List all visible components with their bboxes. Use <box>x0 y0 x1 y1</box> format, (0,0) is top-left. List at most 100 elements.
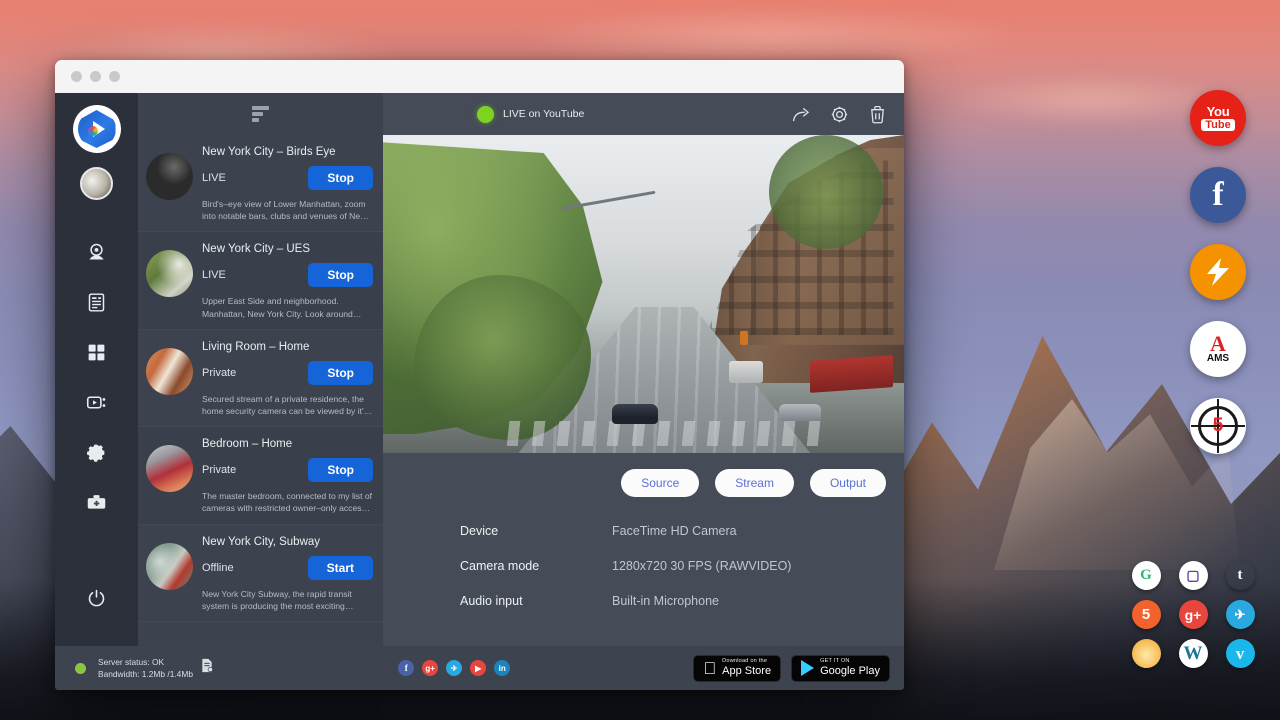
tab-stream[interactable]: Stream <box>715 469 794 497</box>
camera-action-button[interactable]: Stop <box>308 166 373 190</box>
sort-icon[interactable] <box>252 106 269 122</box>
camera-description: Bird's–eye view of Lower Manhattan, zoom… <box>202 198 373 222</box>
sidebar-item-dashboard[interactable] <box>75 330 119 374</box>
camera-list-item[interactable]: New York City, Subway Offline Start New … <box>138 525 383 622</box>
camera-status-row: LIVE Stop <box>202 166 373 190</box>
twitter-icon[interactable]: ✈ <box>1226 600 1255 629</box>
five-icon[interactable]: 5 <box>1132 600 1161 629</box>
apple-icon:  <box>703 660 716 677</box>
camera-status: Private <box>202 464 236 476</box>
main-panel: LIVE on YouTube <box>383 93 904 646</box>
camera-status: LIVE <box>202 269 226 281</box>
first-aid-kit-icon <box>86 492 107 513</box>
twitter-label: ✈ <box>1235 607 1246 623</box>
main-toolbar-actions <box>791 104 888 125</box>
camera-status-row: Private Stop <box>202 361 373 385</box>
camera-list-item[interactable]: New York City – Birds Eye LIVE Stop Bird… <box>138 135 383 232</box>
trash-icon[interactable] <box>867 104 888 125</box>
camera-thumbnail <box>146 543 193 590</box>
camera-info: New York City – Birds Eye LIVE Stop Bird… <box>202 144 373 222</box>
gplus-label: g+ <box>1185 607 1202 623</box>
info-value-audio-input[interactable]: Built-in Microphone <box>612 594 719 608</box>
camera-title: Bedroom – Home <box>202 438 373 450</box>
document-list-icon <box>86 292 107 313</box>
google-play-badge[interactable]: GET IT ON Google Play <box>791 655 890 682</box>
camera-status-row: Offline Start <box>202 556 373 580</box>
settings-tabs: Source Stream Output <box>383 453 904 497</box>
status-bar: Server status: OK Bandwidth: 1.2Mb /1.4M… <box>55 646 904 690</box>
grammarly-icon[interactable]: G <box>1132 561 1161 590</box>
tumblr-icon[interactable]: t <box>1226 561 1255 590</box>
camera-list: New York City – Birds Eye LIVE Stop Bird… <box>138 135 383 646</box>
add-camera-button[interactable]: + Add Camera <box>138 622 383 646</box>
camera-list-item[interactable]: Living Room – Home Private Stop Secured … <box>138 330 383 427</box>
info-label-camera-mode: Camera mode <box>460 559 612 573</box>
youtube-icon[interactable]: You Tube <box>1190 90 1246 146</box>
tab-output[interactable]: Output <box>810 469 886 497</box>
color-wheel-icon <box>88 126 98 136</box>
camera-action-button[interactable]: Stop <box>308 263 373 287</box>
wordpress-label: W <box>1184 643 1203 665</box>
server-status-indicator <box>75 663 86 674</box>
sidebar-item-settings[interactable] <box>75 430 119 474</box>
google-plus-icon[interactable]: g+ <box>1179 600 1208 629</box>
video-preview[interactable] <box>383 135 904 453</box>
sidebar-item-power[interactable] <box>75 576 119 620</box>
vimeo-label: v <box>1236 644 1245 664</box>
facebook-icon[interactable]: f <box>398 660 414 676</box>
info-value-device[interactable]: FaceTime HD Camera <box>612 524 737 538</box>
minimize-button[interactable] <box>90 71 101 82</box>
info-row: Device FaceTime HD Camera <box>460 524 904 538</box>
camera-action-button[interactable]: Stop <box>308 458 373 482</box>
facebook-icon[interactable]: f <box>1190 167 1246 223</box>
twitter-icon[interactable]: ✈ <box>446 660 462 676</box>
gear-icon[interactable] <box>829 104 850 125</box>
info-label-audio-input: Audio input <box>460 594 612 608</box>
wordpress-icon[interactable]: W <box>1179 639 1208 668</box>
info-row: Camera mode 1280x720 30 FPS (RAWVIDEO) <box>460 559 904 573</box>
app-store-text: Download on the App Store <box>722 659 771 677</box>
close-button[interactable] <box>71 71 82 82</box>
window-titlebar[interactable] <box>55 60 904 93</box>
linkedin-icon[interactable]: in <box>494 660 510 676</box>
desktop-dock-right: You Tube f A AMS 5 <box>1190 90 1246 454</box>
document-info-icon[interactable] <box>199 657 215 679</box>
camera-list-item[interactable]: Bedroom – Home Private Stop The master b… <box>138 427 383 524</box>
app-store-badge[interactable]:  Download on the App Store <box>693 655 781 682</box>
camera-status: LIVE <box>202 172 226 184</box>
app-logo[interactable] <box>75 107 119 151</box>
camera-action-button[interactable]: Stop <box>308 361 373 385</box>
facebook-label: f <box>1212 178 1223 212</box>
camera-title: Living Room – Home <box>202 341 373 353</box>
glow-icon[interactable] <box>1132 639 1161 668</box>
camera-list-item[interactable]: New York City – UES LIVE Stop Upper East… <box>138 232 383 329</box>
vimeo-icon[interactable]: v <box>1226 639 1255 668</box>
camera-description: New York City Subway, the rapid transit … <box>202 588 373 612</box>
maximize-button[interactable] <box>109 71 120 82</box>
five-target-icon[interactable]: 5 <box>1190 398 1246 454</box>
wowza-icon[interactable] <box>1190 244 1246 300</box>
share-icon[interactable] <box>791 104 812 125</box>
sidebar-item-player[interactable] <box>75 380 119 424</box>
camera-status-row: Private Stop <box>202 458 373 482</box>
sidebar-item-toolkit[interactable] <box>75 480 119 524</box>
tab-source[interactable]: Source <box>621 469 699 497</box>
info-label-device: Device <box>460 524 612 538</box>
google-play-line2: Google Play <box>820 666 880 677</box>
camera-title: New York City – UES <box>202 243 373 255</box>
youtube-icon[interactable]: ▶ <box>470 660 486 676</box>
info-value-camera-mode[interactable]: 1280x720 30 FPS (RAWVIDEO) <box>612 559 791 573</box>
target-ring: 5 <box>1198 406 1238 446</box>
sidebar-item-logs[interactable] <box>75 280 119 324</box>
user-avatar[interactable] <box>80 167 113 200</box>
camera-description: Upper East Side and neighborhood. Manhat… <box>202 295 373 319</box>
google-play-icon <box>801 660 814 676</box>
sidebar-item-cameras[interactable] <box>75 230 119 274</box>
twitch-icon[interactable]: ▢ <box>1179 561 1208 590</box>
google-plus-icon[interactable]: g+ <box>422 660 438 676</box>
adobe-ams-icon[interactable]: A AMS <box>1190 321 1246 377</box>
camera-action-button[interactable]: Start <box>308 556 373 580</box>
grid-icon <box>86 342 107 363</box>
camera-title: New York City – Birds Eye <box>202 146 373 158</box>
camera-info: Bedroom – Home Private Stop The master b… <box>202 436 373 514</box>
